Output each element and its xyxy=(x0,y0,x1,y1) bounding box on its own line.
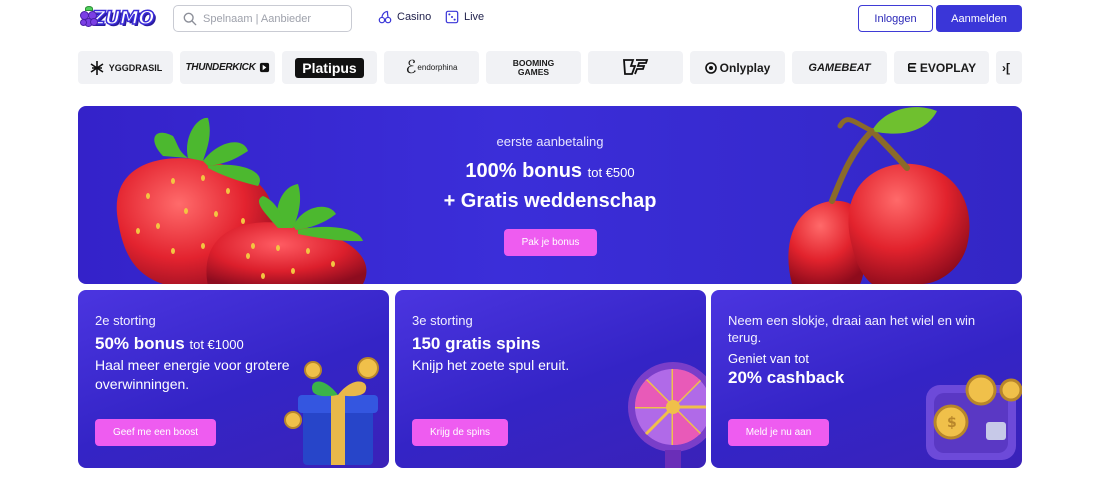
provider-name: YGGDRASIL xyxy=(108,62,163,73)
provider-platipus[interactable]: Platipus xyxy=(282,51,377,84)
search-input[interactable] xyxy=(203,12,343,25)
card-deposit-label: 2e storting xyxy=(95,313,156,328)
promo-card-3rd-deposit: 3e storting 150 gratis spins Knijp het z… xyxy=(395,290,706,468)
partial-logo-icon: ›[ xyxy=(1002,60,1010,75)
strawberries-icon xyxy=(116,117,367,284)
provider-endorphina[interactable]: ℰ endorphina xyxy=(384,51,479,84)
svg-text:$: $ xyxy=(947,415,957,431)
login-button[interactable]: Inloggen xyxy=(858,5,933,32)
hero-bonus-limit: tot €500 xyxy=(587,165,635,180)
search-box[interactable] xyxy=(173,5,352,32)
hero-headline: 100% bonus tot €500 xyxy=(378,160,722,183)
provider-gamebeat[interactable]: GAMEBEAT xyxy=(792,51,887,84)
card-spins-headline: 150 gratis spins xyxy=(412,334,541,353)
berry-icon xyxy=(78,6,98,29)
coin-wallet-icon: $ xyxy=(926,374,1022,460)
nav-live[interactable]: Live xyxy=(445,10,484,24)
evoplay-logo-icon xyxy=(907,63,917,72)
card-bonus-headline: 50% bonus tot €1000 xyxy=(95,334,244,354)
get-spins-button[interactable]: Krijg de spins xyxy=(412,419,508,446)
card-bonus-limit: tot €1000 xyxy=(189,337,244,352)
dice-icon xyxy=(445,10,459,24)
nav-casino-label: Casino xyxy=(397,11,432,23)
nav-live-label: Live xyxy=(464,11,485,23)
endorphina-e-icon: ℰ xyxy=(405,57,417,78)
yggdrasil-logo-icon xyxy=(90,60,104,75)
provider-name: endorphina xyxy=(417,63,458,72)
hero-bonus-amount: 100% bonus xyxy=(465,160,583,182)
card-bonus-amount: 50% bonus xyxy=(95,334,185,353)
promo-card-cashback: $ Neem een slokje, draai aan het wiel en… xyxy=(711,290,1022,468)
claim-bonus-button[interactable]: Pak je bonus xyxy=(504,229,597,256)
hero-subtitle: eerste aanbetaling xyxy=(496,134,604,149)
provider-name: GAMEBEAT xyxy=(808,61,871,74)
provider-name: EVOPLAY xyxy=(919,60,977,75)
card-description: Haal meer energie voor grotere overwinni… xyxy=(95,357,290,392)
hero-headline-2: + Gratis weddenschap xyxy=(443,190,657,212)
provider-booming-games[interactable]: BOOMING GAMES xyxy=(486,51,581,84)
sign-up-now-button[interactable]: Meld je nu aan xyxy=(728,419,829,446)
cashback-intro: Neem een slokje, draai aan het wiel en w… xyxy=(728,313,976,345)
cashback-headline: 20% cashback xyxy=(728,368,845,387)
provider-onlyplay[interactable]: Onlyplay xyxy=(690,51,785,84)
provider-name: Onlyplay xyxy=(719,60,771,75)
provider-bf-games[interactable] xyxy=(588,51,683,84)
provider-thunderkick[interactable]: THUNDERKICK xyxy=(180,51,275,84)
provider-yggdrasil[interactable]: YGGDRASIL xyxy=(78,51,173,84)
signup-button[interactable]: Aanmelden xyxy=(936,5,1022,32)
cherries-icon xyxy=(378,10,392,24)
provider-evoplay[interactable]: EVOPLAY xyxy=(894,51,989,84)
promo-card-2nd-deposit: 2e storting 50% bonus tot €1000 Haal mee… xyxy=(78,290,389,468)
provider-name: THUNDERKICK xyxy=(185,62,256,73)
search-icon xyxy=(183,12,197,25)
prize-wheel-icon xyxy=(628,362,706,468)
logo-wordmark: ZUMO xyxy=(91,6,155,30)
provider-partial[interactable]: ›[ xyxy=(996,51,1022,84)
provider-strip: YGGDRASIL THUNDERKICK Platipus ℰ endorph… xyxy=(78,51,1022,84)
provider-name: Platipus xyxy=(295,57,364,78)
zumo-logo[interactable]: ZUMO xyxy=(78,4,155,32)
hero-banner: eerste aanbetaling 100% bonus tot €500 +… xyxy=(78,106,1022,284)
provider-name: BOOMING GAMES xyxy=(512,57,555,77)
cherries-illustration-icon xyxy=(788,107,970,284)
card-description: Knijp het zoete spul eruit. xyxy=(412,357,570,373)
onlyplay-logo-icon xyxy=(704,61,717,74)
thunderkick-logo-icon xyxy=(259,62,269,73)
header: ZUMO Casino Live Inloggen Aanmelden xyxy=(0,0,1100,38)
card-deposit-label: 3e storting xyxy=(412,313,473,328)
bf-games-logo-icon xyxy=(622,58,648,75)
boost-button[interactable]: Geef me een boost xyxy=(95,419,216,446)
cashback-lead: Geniet van tot xyxy=(728,351,809,366)
nav-casino[interactable]: Casino xyxy=(378,10,431,24)
